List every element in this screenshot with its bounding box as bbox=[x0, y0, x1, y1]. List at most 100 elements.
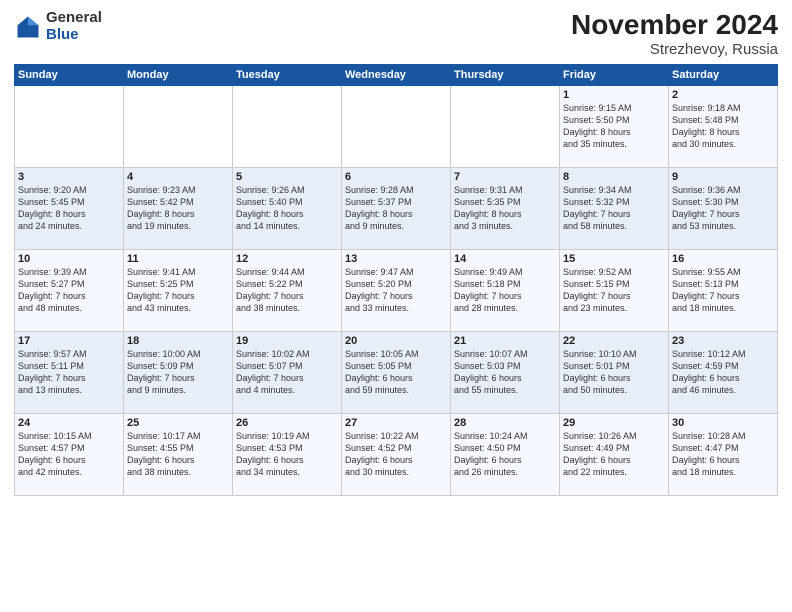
day-number: 30 bbox=[672, 417, 774, 429]
day-info: Sunrise: 10:05 AM Sunset: 5:05 PM Daylig… bbox=[345, 348, 447, 397]
day-info: Sunrise: 10:17 AM Sunset: 4:55 PM Daylig… bbox=[127, 430, 229, 479]
col-monday: Monday bbox=[124, 64, 233, 85]
day-number: 2 bbox=[672, 89, 774, 101]
calendar-cell-w2-d7: 9Sunrise: 9:36 AM Sunset: 5:30 PM Daylig… bbox=[669, 167, 778, 249]
week-row-1: 1Sunrise: 9:15 AM Sunset: 5:50 PM Daylig… bbox=[15, 85, 778, 167]
logo-blue-text: Blue bbox=[46, 27, 102, 44]
calendar-cell-w5-d5: 28Sunrise: 10:24 AM Sunset: 4:50 PM Dayl… bbox=[451, 413, 560, 495]
calendar-cell-w1-d3 bbox=[233, 85, 342, 167]
calendar-cell-w3-d5: 14Sunrise: 9:49 AM Sunset: 5:18 PM Dayli… bbox=[451, 249, 560, 331]
day-number: 28 bbox=[454, 417, 556, 429]
day-number: 3 bbox=[18, 171, 120, 183]
title-block: November 2024 Strezhevoy, Russia bbox=[571, 10, 778, 58]
calendar-body: 1Sunrise: 9:15 AM Sunset: 5:50 PM Daylig… bbox=[15, 85, 778, 495]
day-info: Sunrise: 10:26 AM Sunset: 4:49 PM Daylig… bbox=[563, 430, 665, 479]
calendar-cell-w5-d7: 30Sunrise: 10:28 AM Sunset: 4:47 PM Dayl… bbox=[669, 413, 778, 495]
day-number: 27 bbox=[345, 417, 447, 429]
calendar-cell-w4-d5: 21Sunrise: 10:07 AM Sunset: 5:03 PM Dayl… bbox=[451, 331, 560, 413]
day-info: Sunrise: 9:39 AM Sunset: 5:27 PM Dayligh… bbox=[18, 266, 120, 315]
day-number: 7 bbox=[454, 171, 556, 183]
week-row-2: 3Sunrise: 9:20 AM Sunset: 5:45 PM Daylig… bbox=[15, 167, 778, 249]
day-info: Sunrise: 9:15 AM Sunset: 5:50 PM Dayligh… bbox=[563, 102, 665, 151]
calendar-cell-w1-d6: 1Sunrise: 9:15 AM Sunset: 5:50 PM Daylig… bbox=[560, 85, 669, 167]
calendar-cell-w5-d4: 27Sunrise: 10:22 AM Sunset: 4:52 PM Dayl… bbox=[342, 413, 451, 495]
calendar-cell-w3-d6: 15Sunrise: 9:52 AM Sunset: 5:15 PM Dayli… bbox=[560, 249, 669, 331]
day-info: Sunrise: 10:19 AM Sunset: 4:53 PM Daylig… bbox=[236, 430, 338, 479]
logo-icon bbox=[14, 13, 42, 41]
day-info: Sunrise: 9:23 AM Sunset: 5:42 PM Dayligh… bbox=[127, 184, 229, 233]
calendar-cell-w4-d4: 20Sunrise: 10:05 AM Sunset: 5:05 PM Dayl… bbox=[342, 331, 451, 413]
calendar-cell-w1-d4 bbox=[342, 85, 451, 167]
col-wednesday: Wednesday bbox=[342, 64, 451, 85]
week-row-4: 17Sunrise: 9:57 AM Sunset: 5:11 PM Dayli… bbox=[15, 331, 778, 413]
header-row: Sunday Monday Tuesday Wednesday Thursday… bbox=[15, 64, 778, 85]
calendar-cell-w2-d2: 4Sunrise: 9:23 AM Sunset: 5:42 PM Daylig… bbox=[124, 167, 233, 249]
day-number: 25 bbox=[127, 417, 229, 429]
day-number: 12 bbox=[236, 253, 338, 265]
day-number: 21 bbox=[454, 335, 556, 347]
day-number: 17 bbox=[18, 335, 120, 347]
calendar-cell-w4-d7: 23Sunrise: 10:12 AM Sunset: 4:59 PM Dayl… bbox=[669, 331, 778, 413]
day-number: 19 bbox=[236, 335, 338, 347]
day-number: 8 bbox=[563, 171, 665, 183]
day-info: Sunrise: 10:22 AM Sunset: 4:52 PM Daylig… bbox=[345, 430, 447, 479]
week-row-3: 10Sunrise: 9:39 AM Sunset: 5:27 PM Dayli… bbox=[15, 249, 778, 331]
col-saturday: Saturday bbox=[669, 64, 778, 85]
calendar-cell-w2-d4: 6Sunrise: 9:28 AM Sunset: 5:37 PM Daylig… bbox=[342, 167, 451, 249]
day-number: 5 bbox=[236, 171, 338, 183]
calendar-cell-w2-d3: 5Sunrise: 9:26 AM Sunset: 5:40 PM Daylig… bbox=[233, 167, 342, 249]
calendar-table: Sunday Monday Tuesday Wednesday Thursday… bbox=[14, 64, 778, 496]
calendar-cell-w5-d2: 25Sunrise: 10:17 AM Sunset: 4:55 PM Dayl… bbox=[124, 413, 233, 495]
day-info: Sunrise: 9:41 AM Sunset: 5:25 PM Dayligh… bbox=[127, 266, 229, 315]
day-info: Sunrise: 10:07 AM Sunset: 5:03 PM Daylig… bbox=[454, 348, 556, 397]
calendar-subtitle: Strezhevoy, Russia bbox=[571, 41, 778, 58]
day-number: 16 bbox=[672, 253, 774, 265]
day-info: Sunrise: 9:28 AM Sunset: 5:37 PM Dayligh… bbox=[345, 184, 447, 233]
col-sunday: Sunday bbox=[15, 64, 124, 85]
calendar-cell-w5-d3: 26Sunrise: 10:19 AM Sunset: 4:53 PM Dayl… bbox=[233, 413, 342, 495]
day-number: 1 bbox=[563, 89, 665, 101]
calendar-cell-w5-d1: 24Sunrise: 10:15 AM Sunset: 4:57 PM Dayl… bbox=[15, 413, 124, 495]
day-info: Sunrise: 10:10 AM Sunset: 5:01 PM Daylig… bbox=[563, 348, 665, 397]
day-number: 15 bbox=[563, 253, 665, 265]
day-number: 29 bbox=[563, 417, 665, 429]
calendar-cell-w3-d2: 11Sunrise: 9:41 AM Sunset: 5:25 PM Dayli… bbox=[124, 249, 233, 331]
day-info: Sunrise: 10:28 AM Sunset: 4:47 PM Daylig… bbox=[672, 430, 774, 479]
calendar-header: Sunday Monday Tuesday Wednesday Thursday… bbox=[15, 64, 778, 85]
page: General Blue November 2024 Strezhevoy, R… bbox=[0, 0, 792, 612]
day-number: 10 bbox=[18, 253, 120, 265]
col-thursday: Thursday bbox=[451, 64, 560, 85]
day-number: 20 bbox=[345, 335, 447, 347]
col-tuesday: Tuesday bbox=[233, 64, 342, 85]
calendar-cell-w3-d7: 16Sunrise: 9:55 AM Sunset: 5:13 PM Dayli… bbox=[669, 249, 778, 331]
day-info: Sunrise: 10:00 AM Sunset: 5:09 PM Daylig… bbox=[127, 348, 229, 397]
day-info: Sunrise: 9:47 AM Sunset: 5:20 PM Dayligh… bbox=[345, 266, 447, 315]
calendar-cell-w4-d6: 22Sunrise: 10:10 AM Sunset: 5:01 PM Dayl… bbox=[560, 331, 669, 413]
logo-text: General Blue bbox=[46, 10, 102, 43]
calendar-cell-w3-d3: 12Sunrise: 9:44 AM Sunset: 5:22 PM Dayli… bbox=[233, 249, 342, 331]
calendar-cell-w4-d1: 17Sunrise: 9:57 AM Sunset: 5:11 PM Dayli… bbox=[15, 331, 124, 413]
calendar-title: November 2024 bbox=[571, 10, 778, 41]
day-info: Sunrise: 10:24 AM Sunset: 4:50 PM Daylig… bbox=[454, 430, 556, 479]
day-info: Sunrise: 9:49 AM Sunset: 5:18 PM Dayligh… bbox=[454, 266, 556, 315]
day-info: Sunrise: 9:36 AM Sunset: 5:30 PM Dayligh… bbox=[672, 184, 774, 233]
calendar-cell-w3-d1: 10Sunrise: 9:39 AM Sunset: 5:27 PM Dayli… bbox=[15, 249, 124, 331]
day-info: Sunrise: 9:34 AM Sunset: 5:32 PM Dayligh… bbox=[563, 184, 665, 233]
col-friday: Friday bbox=[560, 64, 669, 85]
day-number: 22 bbox=[563, 335, 665, 347]
calendar-cell-w2-d6: 8Sunrise: 9:34 AM Sunset: 5:32 PM Daylig… bbox=[560, 167, 669, 249]
day-info: Sunrise: 9:18 AM Sunset: 5:48 PM Dayligh… bbox=[672, 102, 774, 151]
calendar-cell-w1-d1 bbox=[15, 85, 124, 167]
logo: General Blue bbox=[14, 10, 102, 43]
calendar-cell-w1-d2 bbox=[124, 85, 233, 167]
calendar-cell-w4-d2: 18Sunrise: 10:00 AM Sunset: 5:09 PM Dayl… bbox=[124, 331, 233, 413]
day-info: Sunrise: 9:57 AM Sunset: 5:11 PM Dayligh… bbox=[18, 348, 120, 397]
day-info: Sunrise: 9:20 AM Sunset: 5:45 PM Dayligh… bbox=[18, 184, 120, 233]
day-number: 4 bbox=[127, 171, 229, 183]
day-info: Sunrise: 9:44 AM Sunset: 5:22 PM Dayligh… bbox=[236, 266, 338, 315]
week-row-5: 24Sunrise: 10:15 AM Sunset: 4:57 PM Dayl… bbox=[15, 413, 778, 495]
logo-general-text: General bbox=[46, 10, 102, 27]
calendar-cell-w2-d1: 3Sunrise: 9:20 AM Sunset: 5:45 PM Daylig… bbox=[15, 167, 124, 249]
day-number: 13 bbox=[345, 253, 447, 265]
calendar-cell-w4-d3: 19Sunrise: 10:02 AM Sunset: 5:07 PM Dayl… bbox=[233, 331, 342, 413]
